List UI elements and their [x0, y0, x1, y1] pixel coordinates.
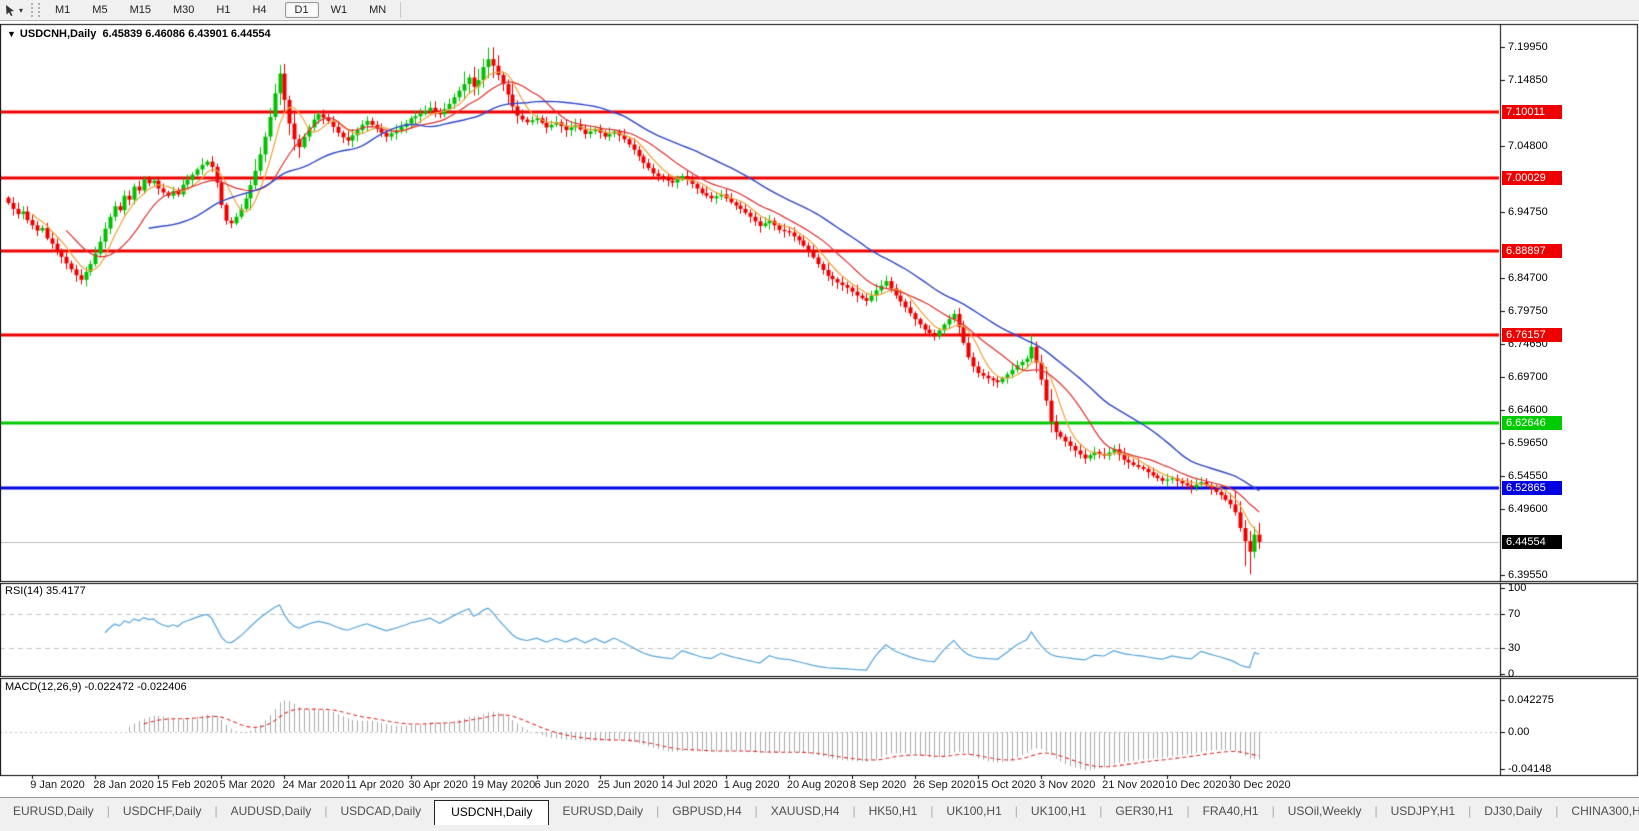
chart-tab-usdchf-daily[interactable]: USDCHF,Daily — [110, 801, 215, 825]
date-axis-label: 1 Aug 2020 — [723, 779, 780, 791]
date-axis-label: 25 Jun 2020 — [597, 779, 659, 791]
price-chart-canvas[interactable] — [0, 0, 1639, 797]
macd-axis-tick: 0.00 — [1508, 726, 1530, 738]
price-axis-tick: 6.39550 — [1508, 569, 1548, 581]
price-axis-tick: 7.19950 — [1508, 41, 1548, 53]
price-level-badge: 7.00029 — [1502, 170, 1562, 185]
price-axis-tick: 6.49600 — [1508, 503, 1548, 515]
date-axis-label: 24 Mar 2020 — [282, 779, 345, 791]
ohlc-values: 6.45839 6.46086 6.43901 6.44554 — [102, 28, 271, 40]
date-axis-label: 9 Jan 2020 — [30, 779, 85, 791]
chart-tab-usdcad-daily[interactable]: USDCAD,Daily — [327, 801, 434, 825]
date-axis-label: 30 Apr 2020 — [408, 779, 468, 791]
price-axis-tick: 6.64600 — [1508, 404, 1548, 417]
date-axis-label: 30 Dec 2020 — [1228, 779, 1291, 791]
chart-tab-usoil-weekly[interactable]: USOil,Weekly — [1275, 801, 1375, 825]
price-axis-tick: 7.14850 — [1508, 74, 1548, 87]
date-axis-label: 6 Jun 2020 — [534, 779, 590, 791]
chart-tab-dj30-daily[interactable]: DJ30,Daily — [1471, 801, 1555, 825]
rsi-axis-tick: 30 — [1508, 642, 1521, 655]
symbol-period-label: USDCNH,Daily — [19, 28, 97, 40]
trading-platform-window: ▾ M1M5M15M30H1H4D1W1MN ▼USDCNH,Daily 6.4… — [0, 0, 1639, 831]
chart-tab-china300-h1[interactable]: CHINA300,H1 — [1558, 801, 1639, 825]
chart-tab-usdjpy-h1[interactable]: USDJPY,H1 — [1378, 801, 1468, 825]
tabs-container: EURUSD,Daily | USDCHF,Daily | AUDUSD,Daily | U… — [0, 798, 1639, 825]
macd-indicator-label: MACD(12,26,9) -0.022472 -0.022406 — [5, 681, 187, 693]
rsi-axis-tick: 70 — [1508, 607, 1521, 620]
date-axis-label: 15 Oct 2020 — [976, 779, 1036, 791]
date-axis-label: 20 Aug 2020 — [786, 779, 849, 791]
date-axis-label: 28 Jan 2020 — [93, 779, 154, 791]
chart-tab-uk100-h1[interactable]: UK100,H1 — [1018, 801, 1099, 825]
price-level-badge: 6.62646 — [1502, 416, 1562, 431]
date-axis-label: 26 Sep 2020 — [912, 779, 976, 791]
date-axis-label: 8 Sep 2020 — [849, 779, 907, 791]
date-axis-label: 19 May 2020 — [471, 779, 536, 791]
rsi-indicator-label: RSI(14) 35.4177 — [5, 585, 86, 597]
price-axis-tick: 6.69700 — [1508, 371, 1548, 383]
price-level-badge: 6.52865 — [1502, 480, 1562, 495]
price-axis-tick: 6.59650 — [1508, 437, 1548, 449]
chart-tab-uk100-h1[interactable]: UK100,H1 — [933, 801, 1014, 825]
chart-tab-bar: EURUSD,Daily | USDCHF,Daily | AUDUSD,Daily | U… — [0, 797, 1639, 831]
price-axis-tick: 6.94750 — [1508, 206, 1548, 219]
chart-tab-ger30-h1[interactable]: GER30,H1 — [1102, 801, 1186, 825]
price-axis-tick: 6.79750 — [1508, 305, 1548, 317]
date-axis-label: 14 Jul 2020 — [660, 779, 718, 791]
price-level-badge: 6.88897 — [1502, 243, 1562, 258]
chart-tab-audusd-daily[interactable]: AUDUSD,Daily — [218, 801, 325, 825]
chart-tab-hk50-h1[interactable]: HK50,H1 — [856, 801, 931, 825]
rsi-axis-tick: 0 — [1508, 668, 1515, 680]
date-axis-label: 10 Dec 2020 — [1165, 779, 1228, 791]
price-axis-tick: 6.84700 — [1508, 272, 1548, 285]
chart-tab-fra40-h1[interactable]: FRA40,H1 — [1190, 801, 1272, 825]
current-price-badge: 6.44554 — [1502, 535, 1562, 550]
macd-axis-tick: 0.042275 — [1508, 694, 1554, 706]
chart-symbol-title: ▼ USDCNH,Daily 6.45839 6.46086 6.43901 6.… — [7, 28, 271, 40]
date-axis-label: 21 Nov 2020 — [1102, 779, 1165, 791]
date-axis-label: 3 Nov 2020 — [1039, 779, 1096, 791]
chart-tab-xauusd-h4[interactable]: XAUUSD,H4 — [758, 801, 853, 825]
collapse-triangle-icon[interactable]: ▼ — [7, 29, 16, 39]
date-axis-label: 5 Mar 2020 — [219, 779, 276, 791]
chart-tab-gbpusd-h4[interactable]: GBPUSD,H4 — [659, 801, 754, 825]
date-axis-label: 15 Feb 2020 — [156, 779, 219, 791]
date-axis-label: 11 Apr 2020 — [345, 779, 405, 791]
price-level-badge: 6.76157 — [1502, 327, 1562, 342]
chart-tab-usdcnh-daily[interactable]: USDCNH,Daily — [434, 800, 550, 825]
price-level-badge: 7.10011 — [1502, 105, 1562, 120]
macd-axis-tick: -0.04148 — [1508, 763, 1552, 775]
chart-tab-eurusd-daily[interactable]: EURUSD,Daily — [0, 801, 107, 825]
price-axis-tick: 7.04800 — [1508, 140, 1548, 153]
rsi-axis-tick: 100 — [1508, 582, 1527, 594]
chart-tab-eurusd-daily[interactable]: EURUSD,Daily — [549, 801, 656, 825]
